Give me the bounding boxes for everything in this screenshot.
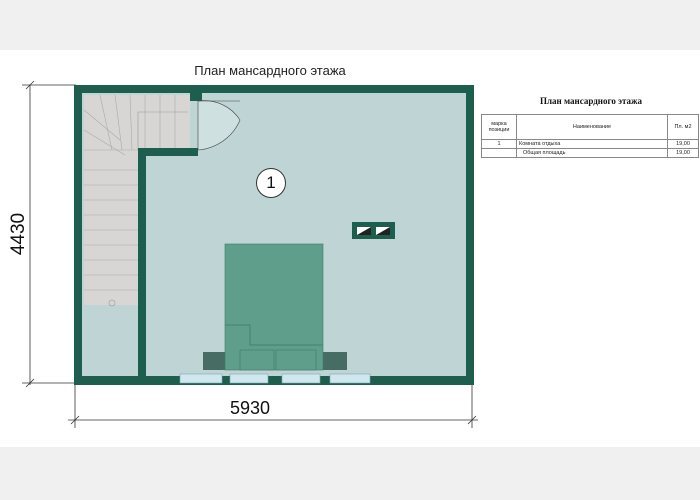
dimension-width: 5930 [229, 398, 271, 418]
partition-wall [138, 148, 146, 378]
row-mark [481, 148, 517, 158]
room-number-badge: 1 [256, 168, 286, 198]
table-title: План мансардного этажа [539, 96, 643, 106]
table-row: Общая площадь 19,00 [481, 148, 699, 158]
room-schedule: План мансардного этажа марка позиции Наи… [481, 96, 700, 158]
schedule-table: марка позиции Наименование Пл. м2 1 Комн… [481, 114, 699, 158]
row-area: 19,00 [667, 148, 699, 158]
row-name: Комната отдыха [516, 139, 668, 149]
header-name: Наименование [516, 114, 668, 140]
table-row: 1 Комната отдыха 19,00 [481, 139, 699, 149]
row-name: Общая площадь [516, 148, 668, 158]
floor-plan [22, 80, 478, 428]
table-header-row: марка позиции Наименование Пл. м2 [481, 114, 699, 140]
dimension-height: 4430 [8, 212, 30, 256]
partition-wall [190, 93, 202, 101]
partition-wall [138, 148, 198, 156]
row-area: 19,00 [667, 139, 699, 149]
header-area: Пл. м2 [667, 114, 699, 140]
vent [352, 222, 395, 239]
header-mark: марка позиции [481, 114, 517, 140]
row-mark: 1 [481, 139, 517, 149]
